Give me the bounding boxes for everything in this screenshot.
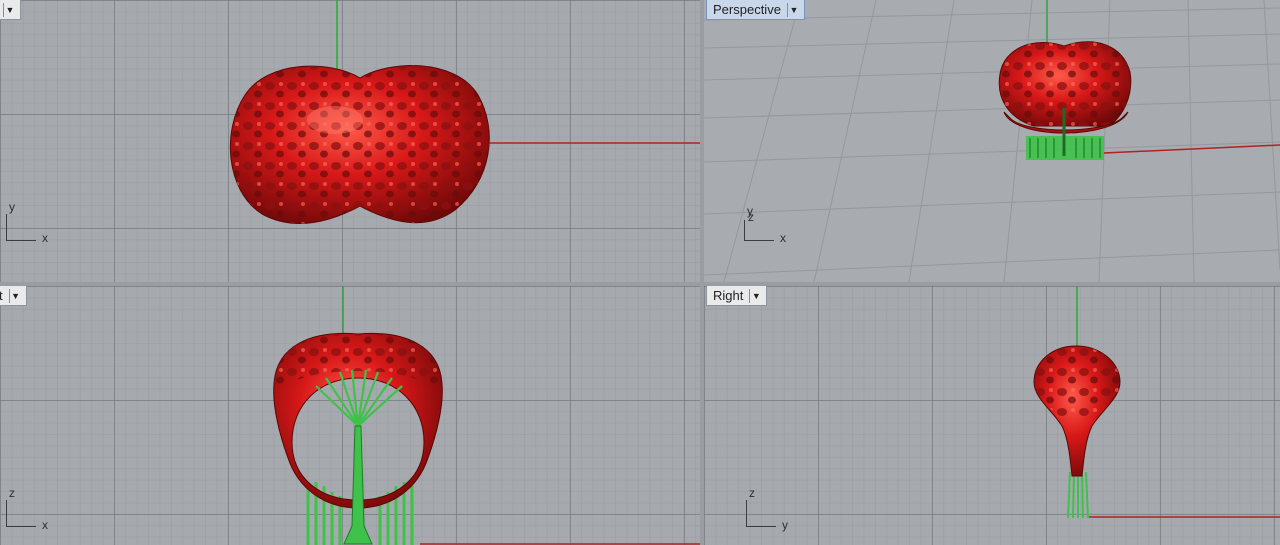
viewport-tab-right[interactable]: Right ▼ <box>706 286 768 306</box>
chevron-down-icon[interactable]: ▼ <box>749 288 762 303</box>
chevron-down-icon[interactable]: ▼ <box>3 2 16 17</box>
support-tree-right <box>1067 471 1089 519</box>
chevron-down-icon[interactable]: ▼ <box>786 2 800 17</box>
viewport-tab-label: t <box>0 288 3 303</box>
axis-label-vertical: z <box>749 486 755 500</box>
viewport-tab-top[interactable]: ▼ <box>0 0 21 20</box>
axis-label-horizontal: x <box>780 231 786 245</box>
chevron-down-icon[interactable]: ▼ <box>8 288 22 303</box>
viewport-top[interactable]: ▼ y x <box>0 0 700 282</box>
viewport-tab-perspective[interactable]: Perspective ▼ <box>706 0 805 20</box>
viewport-tab-label: Right <box>713 288 744 303</box>
axis-label-vertical: y <box>9 200 15 214</box>
viewport-right[interactable]: Right ▼ z y <box>704 286 1280 545</box>
top-view-canvas <box>229 0 700 225</box>
right-view-canvas <box>1033 286 1280 519</box>
axis-label-horizontal: x <box>42 231 48 245</box>
viewport-tab-front[interactable]: t ▼ <box>0 286 27 306</box>
axis-label-horizontal: x <box>42 518 48 532</box>
perspective-grid <box>704 0 1280 282</box>
front-view-canvas <box>273 286 700 545</box>
axis-label-vertical: z <box>9 486 15 500</box>
axis-label-depth: z <box>748 210 754 224</box>
axis-label-horizontal: y <box>782 518 788 532</box>
viewport-front[interactable]: t ▼ z x <box>0 286 700 545</box>
viewport-perspective[interactable]: Perspective ▼ y z x <box>704 0 1280 282</box>
viewport-tab-label: Perspective <box>713 2 781 17</box>
